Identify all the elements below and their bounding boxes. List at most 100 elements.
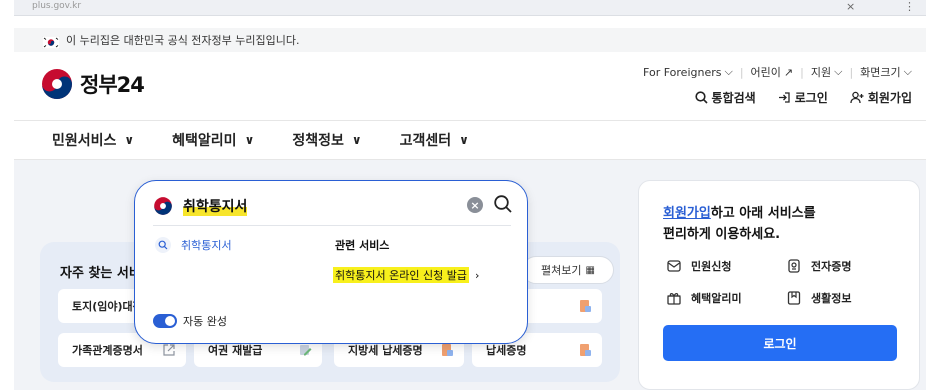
auto-complete-label: 자동 완성 xyxy=(183,315,227,328)
toggle-knob xyxy=(165,316,175,326)
header-login-button[interactable]: 로그인 xyxy=(778,89,828,106)
header-actions: 통합검색 로그인 회원가입 xyxy=(694,89,912,106)
kids-link[interactable]: 어린이 ↗ xyxy=(751,64,794,80)
service-life-info[interactable]: 생활정보 xyxy=(785,289,851,307)
service-card-label: 납세증명 xyxy=(486,344,527,357)
site-logo-text: 정부24 xyxy=(80,73,145,97)
search-icon xyxy=(694,91,708,104)
service-card-label: 가족관계증명서 xyxy=(72,344,143,357)
login-button[interactable]: 로그인 xyxy=(663,325,897,361)
login-panel: 회원가입하고 아래 서비스를 편리하게 이용하세요. 민원신청 전자증명 혜택알… xyxy=(638,180,920,390)
service-label: 전자증명 xyxy=(811,260,852,273)
login-panel-message: 회원가입하고 아래 서비스를 편리하게 이용하세요. xyxy=(663,203,863,245)
clear-search-icon[interactable]: × xyxy=(467,197,483,213)
auto-complete-toggle[interactable]: 자동 완성 xyxy=(153,313,227,329)
expand-label: 펼쳐보기 xyxy=(541,264,582,277)
service-label: 생활정보 xyxy=(811,292,852,305)
font-size-menu[interactable]: 화면크기 ⌵ xyxy=(860,64,912,80)
service-card-label: 여권 재발급 xyxy=(208,344,263,357)
nav-item-policy[interactable]: 정책정보 ∨ xyxy=(292,130,361,150)
nav-item-label: 민원서비스 xyxy=(52,133,117,149)
nav-item-customer-center[interactable]: 고객센터 ∨ xyxy=(400,130,469,150)
main-nav: 민원서비스 ∨ 혜택알리미 ∨ 정책정보 ∨ 고객센터 ∨ xyxy=(14,120,926,160)
nav-item-civil-service[interactable]: 민원서비스 ∨ xyxy=(52,130,134,150)
bookmark-icon xyxy=(785,289,803,307)
pencil-icon xyxy=(300,345,312,356)
chevron-down-icon: ⌵ xyxy=(903,65,912,78)
support-label: 지원 xyxy=(810,66,832,79)
toggle-switch[interactable] xyxy=(153,314,177,328)
browser-close-icon[interactable]: × xyxy=(846,0,855,13)
gov-banner: 이 누리집은 대한민국 공식 전자정부 누리집입니다. xyxy=(14,28,926,52)
service-label: 민원신청 xyxy=(691,260,732,273)
chevron-down-icon: ⌵ xyxy=(724,65,733,78)
chevron-down-icon: ∨ xyxy=(351,133,362,147)
document-icon xyxy=(442,344,453,356)
nav-item-benefits[interactable]: 혜택알리미 ∨ xyxy=(172,130,254,150)
divider: | xyxy=(739,65,744,79)
signup-label: 회원가입 xyxy=(867,91,912,105)
service-civil-application[interactable]: 민원신청 xyxy=(665,257,731,275)
chevron-down-icon: ⌵ xyxy=(834,65,843,78)
browser-menu-icon[interactable]: ⋮ xyxy=(904,0,915,13)
chevron-down-icon: ∨ xyxy=(124,133,135,147)
message-line-1: 하고 아래 서비스를 xyxy=(710,206,816,221)
site-header: 정부24 For Foreigners ⌵ | 어린이 ↗ | 지원 ⌵ | 화면크기… xyxy=(14,52,926,120)
nav-item-label: 혜택알리미 xyxy=(172,133,237,149)
user-add-icon xyxy=(850,91,864,104)
search-icon xyxy=(155,237,171,253)
nav-item-label: 정책정보 xyxy=(292,133,344,149)
autocomplete-suggestion[interactable]: 취학통지서 xyxy=(155,237,232,253)
suggestion-label: 취학통지서 xyxy=(181,239,232,252)
expand-button[interactable]: 펼쳐보기 ▦ xyxy=(522,256,614,284)
signup-link[interactable]: 회원가입 xyxy=(663,206,711,221)
for-foreigners-label: For Foreigners xyxy=(643,65,722,79)
related-services-heading: 관련 서비스 xyxy=(335,239,390,252)
grid-icon: ▦ xyxy=(585,264,595,276)
external-link-icon xyxy=(163,344,175,356)
gift-icon xyxy=(665,289,683,307)
support-menu[interactable]: 지원 ⌵ xyxy=(811,64,843,80)
chevron-right-icon: › xyxy=(474,268,480,282)
kids-label: 어린이 xyxy=(750,66,781,79)
browser-url[interactable]: plus.gov.kr xyxy=(32,1,81,11)
search-icon[interactable] xyxy=(493,194,513,214)
document-icon xyxy=(580,300,591,312)
frequent-services-title: 자주 찾는 서비 xyxy=(60,266,141,281)
related-service-link[interactable]: 취학통지서 온라인 신청 발급 › xyxy=(333,267,479,283)
login-icon xyxy=(778,92,790,103)
utility-menu: For Foreigners ⌵ | 어린이 ↗ | 지원 ⌵ | 화면크기 ⌵ xyxy=(643,64,912,80)
message-line-2: 편리하게 이용하세요. xyxy=(663,227,781,242)
taegeuk-logo-icon xyxy=(154,197,172,215)
certificate-icon xyxy=(785,257,803,275)
service-benefits[interactable]: 혜택알리미 xyxy=(665,289,742,307)
service-card-label: 지방세 납세증명 xyxy=(348,344,423,357)
header-login-label: 로그인 xyxy=(794,91,828,105)
gov-banner-text: 이 누리집은 대한민국 공식 전자정부 누리집입니다. xyxy=(66,34,300,47)
envelope-icon xyxy=(665,257,683,275)
document-icon xyxy=(580,344,591,356)
divider xyxy=(153,225,511,226)
search-autocomplete-popup: 취학통지서 × 취학통지서 관련 서비스 취학통지서 온라인 신청 발급 › 자… xyxy=(134,180,528,344)
search-input[interactable]: 취학통지서 xyxy=(183,196,248,216)
integrated-search-button[interactable]: 통합검색 xyxy=(694,89,756,106)
divider: | xyxy=(849,65,854,79)
taegeuk-logo-icon xyxy=(42,69,72,99)
page: plus.gov.kr × ⋮ 이 누리집은 대한민국 공식 전자정부 누리집입… xyxy=(0,0,940,390)
signup-button[interactable]: 회원가입 xyxy=(850,89,912,106)
service-label: 혜택알리미 xyxy=(691,292,742,305)
font-size-label: 화면크기 xyxy=(860,66,901,79)
service-card-label: 토지(임야)대장 xyxy=(72,300,143,313)
browser-toolbar: plus.gov.kr × ⋮ xyxy=(14,0,926,16)
korea-flag-icon xyxy=(41,34,61,49)
site-logo[interactable]: 정부24 xyxy=(40,67,145,101)
related-service-label: 취학통지서 온라인 신청 발급 xyxy=(333,267,469,283)
divider: | xyxy=(800,65,804,79)
chevron-down-icon: ∨ xyxy=(459,133,469,147)
service-e-certificate[interactable]: 전자증명 xyxy=(785,257,851,275)
search-input-row: 취학통지서 × xyxy=(153,193,513,219)
external-link-icon: ↗ xyxy=(783,65,794,79)
for-foreigners-link[interactable]: For Foreigners ⌵ xyxy=(643,65,733,79)
chevron-down-icon: ∨ xyxy=(244,133,255,147)
integrated-search-label: 통합검색 xyxy=(711,91,756,105)
